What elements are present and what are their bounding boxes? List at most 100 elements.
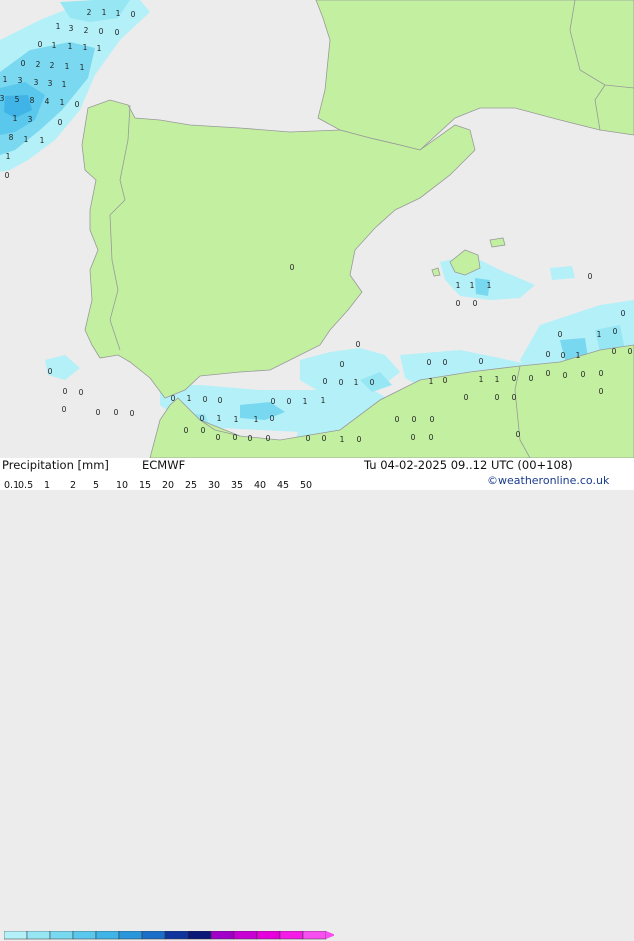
precip-value: 0: [270, 414, 275, 423]
precip-value: 0: [529, 374, 534, 383]
precip-value: 0: [203, 395, 208, 404]
precip-value: 0: [561, 351, 566, 360]
precip-value: 0: [628, 347, 633, 356]
precip-value: 0: [429, 433, 434, 442]
precip-value: 0: [370, 378, 375, 387]
map-svg: 2 1 1 01 3 2 0 00 1 1 1 10 2 2 1 11 3 3 3 13 5 8 4 1 01 3 08 1 11000…: [0, 0, 634, 459]
precip-value: 1: [456, 281, 461, 290]
precip-value: 1: [354, 378, 359, 387]
precip-value: 3: [69, 24, 74, 33]
precip-value: 0: [75, 100, 80, 109]
legend-arrow: [326, 931, 334, 939]
precipitation-map: 2110132000111102211133313584101308111000…: [0, 0, 634, 459]
precip-value: 0: [495, 393, 500, 402]
precip-value: 0: [412, 415, 417, 424]
precip-value: 2: [36, 60, 41, 69]
precip-value: 0: [306, 434, 311, 443]
precip-value: 0: [99, 27, 104, 36]
precip-value: 0: [114, 408, 119, 417]
precip-value: 0: [216, 433, 221, 442]
precip-value: 1: [470, 281, 475, 290]
precip-value: 1: [340, 435, 345, 444]
precip-value: 1: [60, 98, 65, 107]
precip-value: 0: [427, 358, 432, 367]
precip-value: 0: [96, 408, 101, 417]
precip-value: 0: [323, 377, 328, 386]
legend-swatch: [164, 931, 189, 940]
precip-value: 0: [266, 434, 271, 443]
legend-swatch: [49, 931, 74, 940]
precip-value: 0: [546, 369, 551, 378]
precip-value: 0: [599, 369, 604, 378]
model-name: ECMWF: [142, 458, 186, 472]
precip-value: 0: [62, 405, 67, 414]
precip-value: 1: [6, 152, 11, 161]
precip-value: 0: [131, 10, 136, 19]
precip-value: 8: [9, 133, 14, 142]
legend-swatch: [141, 931, 166, 940]
precip-value: 1: [429, 377, 434, 386]
precip-value: 0: [322, 434, 327, 443]
legend-swatch: [233, 931, 258, 940]
legend-swatch: [302, 931, 327, 940]
precip-value: 0: [612, 347, 617, 356]
precip-value: 0: [443, 358, 448, 367]
precip-value: 1: [495, 375, 500, 384]
precip-value: 1: [102, 8, 107, 17]
precip-value: 2: [84, 26, 89, 35]
precip-value: 1: [97, 44, 102, 53]
precip-value: 1: [303, 397, 308, 406]
precip-value: 0: [357, 435, 362, 444]
precip-value: 0: [339, 378, 344, 387]
legend-tick-label: 45: [277, 480, 290, 491]
legend-tick-label: 15: [139, 480, 152, 491]
precip-value: 2: [50, 61, 55, 70]
precip-value: 0: [516, 430, 521, 439]
legend-tick-label: 20: [162, 480, 175, 491]
precip-value: 3: [18, 76, 23, 85]
precip-value: 1: [487, 281, 492, 290]
legend-tick-label: 1: [44, 480, 51, 491]
legend-swatch: [256, 931, 281, 940]
precip-value: 0: [613, 327, 618, 336]
precip-value: 0: [233, 433, 238, 442]
precip-value: 1: [234, 415, 239, 424]
precip-value: 0: [621, 309, 626, 318]
precip-value: 1: [479, 375, 484, 384]
legend-tick-label: 35: [231, 480, 244, 491]
precip-value: 8: [30, 96, 35, 105]
legend-tick-label: 2: [70, 480, 77, 491]
precip-value: 1: [187, 394, 192, 403]
precip-value: 0: [340, 360, 345, 369]
legend-swatch: [72, 931, 97, 940]
precip-value: 0: [38, 40, 43, 49]
precip-value: 0: [58, 118, 63, 127]
datetime-label: Tu 04-02-2025 09..12 UTC (00+108): [364, 458, 573, 472]
precip-value: 1: [52, 41, 57, 50]
legend-tick-label: 10: [116, 480, 129, 491]
precip-value: 0: [512, 374, 517, 383]
precip-value: 0: [479, 357, 484, 366]
precip-value: 0: [588, 272, 593, 281]
precip-value: 1: [56, 22, 61, 31]
precip-value: 1: [62, 80, 67, 89]
precip-value: 0: [21, 59, 26, 68]
precip-value: 2: [87, 8, 92, 17]
precip-value: 1: [13, 114, 18, 123]
chart-title: Precipitation [mm]: [2, 458, 109, 472]
precip-value: 0: [473, 299, 478, 308]
precip-value: 5: [15, 95, 20, 104]
precip-value: 1: [116, 9, 121, 18]
legend-tick-label: 0.1: [4, 480, 20, 491]
precip-value: 0: [581, 370, 586, 379]
precip-value: 1: [254, 415, 259, 424]
credit-link[interactable]: ©weatheronline.co.uk: [487, 474, 609, 487]
legend-swatch: [95, 931, 120, 940]
legend-swatch: [279, 931, 304, 940]
legend-swatch: [187, 931, 212, 940]
precip-value: 0: [287, 397, 292, 406]
legend-colorbar: [4, 931, 334, 940]
precip-value: 0: [558, 330, 563, 339]
precip-value: 0: [430, 415, 435, 424]
precip-value: 3: [0, 94, 5, 103]
